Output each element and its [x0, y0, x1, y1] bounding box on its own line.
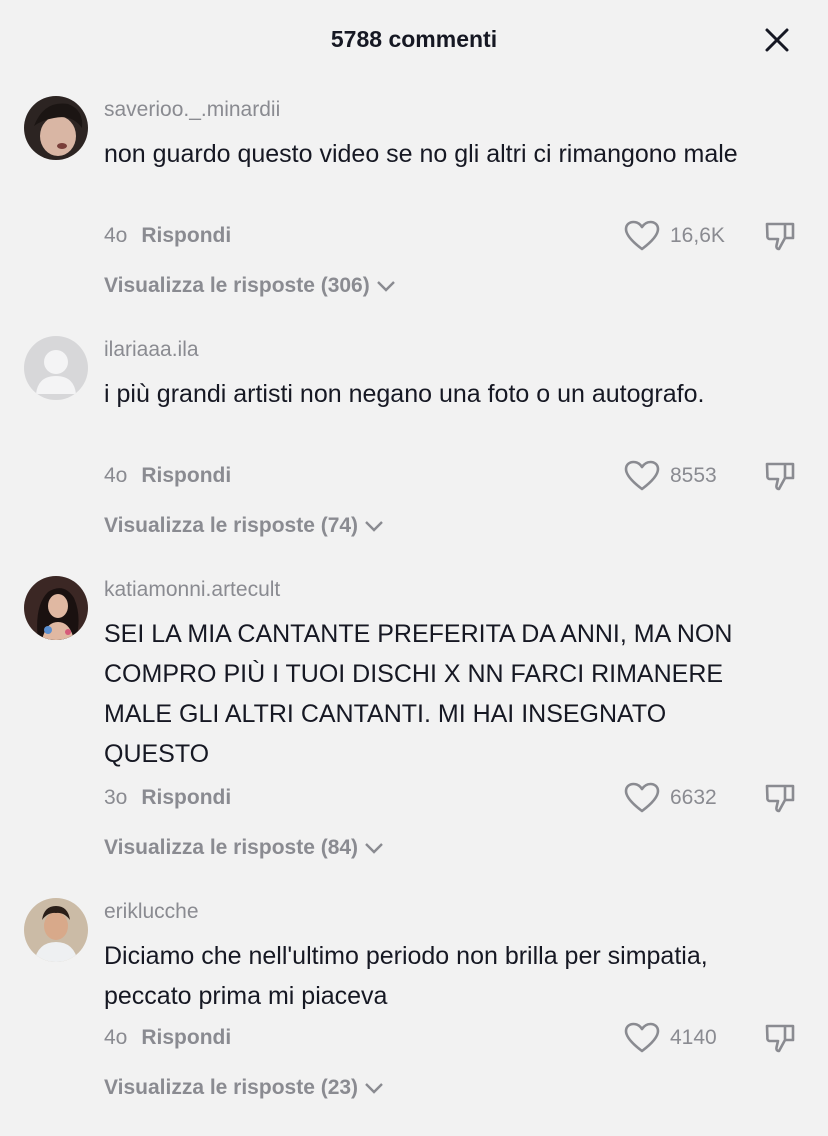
thumbs-down-icon[interactable]	[764, 220, 796, 252]
comment-username[interactable]: ilariaaa.ila	[104, 338, 199, 362]
comment-meta: 3o Rispondi	[104, 786, 231, 810]
comment-age: 4o	[104, 464, 128, 487]
avatar[interactable]	[24, 96, 88, 160]
view-replies-label: Visualizza le risposte (306)	[104, 274, 370, 297]
comment-username[interactable]: eriklucche	[104, 900, 199, 924]
heart-outline-icon[interactable]	[624, 1022, 660, 1054]
thumbs-down-icon[interactable]	[764, 782, 796, 814]
comments-header: 5788 commenti	[0, 0, 828, 80]
close-icon[interactable]	[762, 25, 792, 55]
like-count: 4140	[670, 1026, 717, 1049]
comment-text: i più grandi artisti non negano una foto…	[104, 380, 705, 408]
comment-age: 4o	[104, 224, 128, 247]
comment-text: Diciamo che nell'ultimo periodo non bril…	[104, 942, 708, 1010]
heart-outline-icon[interactable]	[624, 220, 660, 252]
thumbs-down-icon[interactable]	[764, 1022, 796, 1054]
avatar[interactable]	[24, 576, 88, 640]
chevron-down-icon	[365, 521, 383, 533]
thumbs-down-icon[interactable]	[764, 460, 796, 492]
avatar[interactable]	[24, 898, 88, 962]
view-replies-button[interactable]: Visualizza le risposte (23)	[104, 1076, 384, 1100]
comment-meta: 4o Rispondi	[104, 464, 231, 488]
reply-button[interactable]: Rispondi	[141, 1026, 231, 1049]
view-replies-button[interactable]: Visualizza le risposte (84)	[104, 836, 384, 860]
comment-username[interactable]: saverioo._.minardii	[104, 98, 280, 122]
comment-meta: 4o Rispondi	[104, 224, 231, 248]
view-replies-button[interactable]: Visualizza le risposte (74)	[104, 514, 384, 538]
heart-outline-icon[interactable]	[624, 460, 660, 492]
comment-text: non guardo questo video se no gli altri …	[104, 140, 738, 168]
comment-meta: 4o Rispondi	[104, 1026, 231, 1050]
comment-text: SEI LA MIA CANTANTE PREFERITA DA ANNI, M…	[104, 620, 733, 768]
view-replies-label: Visualizza le risposte (23)	[104, 1076, 359, 1099]
like-count: 8553	[670, 464, 717, 487]
reply-button[interactable]: Rispondi	[141, 224, 231, 247]
heart-outline-icon[interactable]	[624, 782, 660, 814]
reply-button[interactable]: Rispondi	[141, 464, 231, 487]
avatar[interactable]	[24, 336, 88, 400]
like-count: 16,6K	[670, 224, 725, 247]
reply-button[interactable]: Rispondi	[141, 786, 231, 809]
view-replies-button[interactable]: Visualizza le risposte (306)	[104, 274, 396, 298]
chevron-down-icon	[365, 843, 383, 855]
comment-username[interactable]: katiamonni.artecult	[104, 578, 280, 602]
view-replies-label: Visualizza le risposte (74)	[104, 514, 359, 537]
comment-age: 3o	[104, 786, 128, 809]
comments-count-title: 5788 commenti	[330, 26, 498, 52]
chevron-down-icon	[376, 281, 395, 293]
view-replies-label: Visualizza le risposte (84)	[104, 836, 359, 859]
like-count: 6632	[670, 786, 717, 809]
comment-age: 4o	[104, 1026, 128, 1049]
chevron-down-icon	[365, 1083, 383, 1095]
